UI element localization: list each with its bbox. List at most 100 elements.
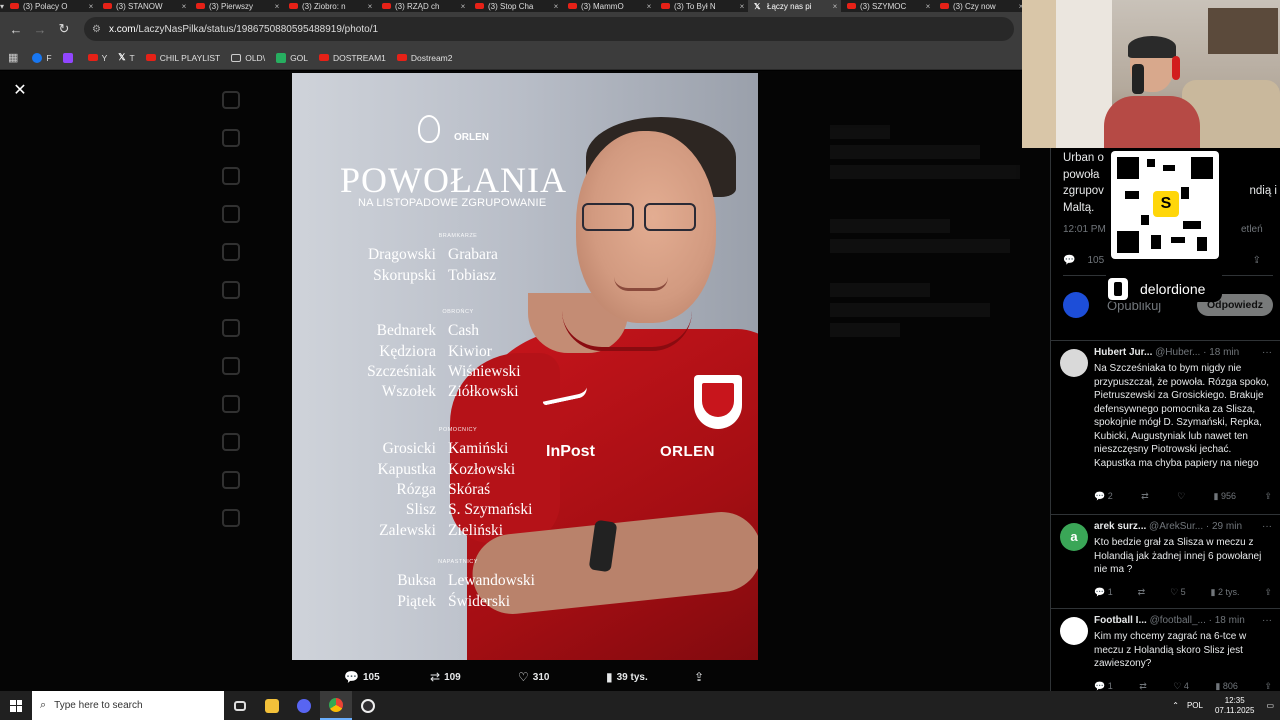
bookmark-label: T <box>129 52 135 63</box>
bookmark[interactable] <box>62 52 77 63</box>
reply-bubble-action[interactable]: 💬 1 <box>1094 587 1113 598</box>
tab-label: (3) RZĄD ch <box>395 1 440 11</box>
browser-tab[interactable]: (3) Polacy O × <box>4 0 97 12</box>
more-icon[interactable]: ··· <box>1262 347 1272 358</box>
share-action[interactable]: ⇪ <box>694 670 708 684</box>
reply-action[interactable]: 💬 105 <box>344 670 380 684</box>
url-path: /LaczyNasPilka/status/198675088059548891… <box>135 23 379 35</box>
reply-author-name[interactable]: arek surz... <box>1094 521 1146 532</box>
bookmark[interactable]: CHIL PLAYLIST <box>145 52 221 63</box>
close-icon[interactable]: × <box>829 2 841 11</box>
file-explorer-icon[interactable] <box>256 691 288 720</box>
player-name: Kiwior <box>448 342 492 360</box>
clock[interactable]: 12:35 07.11.2025 <box>1215 696 1254 716</box>
close-icon[interactable]: × <box>550 2 562 11</box>
views-action[interactable]: ▮ 39 tys. <box>606 670 648 684</box>
share-icon[interactable]: ⇪ <box>1253 255 1261 266</box>
more-icon[interactable]: ··· <box>1262 521 1272 532</box>
reply-bubble-action[interactable]: 💬 2 <box>1094 491 1113 502</box>
reply-author-name[interactable]: Football I... <box>1094 615 1147 626</box>
task-view-icon[interactable] <box>224 691 256 720</box>
bookmark[interactable]: F <box>32 52 52 63</box>
repost-action[interactable]: ⇄ <box>1141 491 1149 502</box>
avatar[interactable]: a <box>1060 523 1088 551</box>
close-icon[interactable]: × <box>85 2 97 11</box>
player-name: Slisz <box>405 501 436 519</box>
bookmark[interactable]: OLD\ <box>231 52 265 63</box>
reply-author-name[interactable]: Hubert Jur... <box>1094 347 1152 358</box>
obs-icon[interactable] <box>352 691 384 720</box>
close-icon[interactable]: × <box>922 2 934 11</box>
close-icon[interactable]: × <box>457 2 469 11</box>
phone-icon <box>1108 278 1128 300</box>
player-name: Dragowski <box>367 246 436 264</box>
youtube-icon <box>289 3 299 9</box>
close-icon[interactable]: × <box>364 2 376 11</box>
reply-text: Kto bedzie grał za Slisza w meczu z Hola… <box>1094 537 1262 575</box>
browser-tab[interactable]: 𝕏 Łączy nas pi × <box>748 0 842 12</box>
close-icon[interactable]: ✕ <box>12 83 28 99</box>
share-icon[interactable]: ⇪ <box>1264 587 1272 598</box>
reply-tweet[interactable]: Hubert Jur... @Huber... · 18 min ··· Na Sz… <box>1050 340 1280 514</box>
youtube-icon <box>103 3 113 9</box>
repost-action[interactable]: ⇄ <box>1138 587 1146 598</box>
poster-section: POMOCNICY Grosicki Kamiński Kapustka Kozłows… <box>358 427 558 541</box>
tweet-views-suffix: etleń <box>1241 224 1263 235</box>
share-icon[interactable]: ⇪ <box>1264 491 1272 502</box>
reply-tweet[interactable]: a arek surz... @ArekSur... · 29 min ··· Kto… <box>1050 514 1280 608</box>
browser-tab[interactable]: (3) Pierwszy × <box>190 0 283 12</box>
heart-action[interactable]: ♡ 5 <box>1170 587 1186 598</box>
browser-tab[interactable]: (3) Ziobro: n × <box>283 0 376 12</box>
close-icon[interactable]: × <box>736 2 748 11</box>
browser-tab[interactable]: (3) To Był N × <box>655 0 748 12</box>
language-indicator[interactable]: POL <box>1187 701 1203 710</box>
reply-handle: @Huber... <box>1155 347 1201 358</box>
close-icon[interactable]: × <box>178 2 190 11</box>
notification-icon[interactable]: ▭ <box>1266 701 1274 710</box>
bookmark-label: CHIL PLAYLIST <box>159 52 221 63</box>
poland-eagle-crest <box>694 375 742 429</box>
browser-tab[interactable]: (3) MammO × <box>562 0 655 12</box>
browser-tab[interactable]: (3) RZĄD ch × <box>376 0 469 12</box>
apps-grid-icon[interactable]: ▦ <box>8 51 18 64</box>
more-icon[interactable]: ··· <box>1262 615 1272 626</box>
url-input[interactable]: ⚙ x.com/LaczyNasPilka/status/19867508805… <box>84 17 1014 41</box>
tab-label: (3) Pierwszy <box>209 1 254 11</box>
heart-action[interactable]: ♡ <box>1177 491 1185 502</box>
bookmark[interactable]: Y <box>87 52 107 63</box>
reply-tweet[interactable]: Football I... @football_... · 18 min ··· K… <box>1050 608 1280 691</box>
taskbar-search-input[interactable]: ⌕ Type here to search <box>32 691 224 720</box>
section-label: NAPASTNICY <box>438 559 478 565</box>
browser-tab[interactable]: (3) SZYMOC × <box>841 0 934 12</box>
windows-taskbar: ⌕ Type here to search ⌃ POL 12:35 07.11.… <box>0 691 1280 720</box>
discord-icon[interactable] <box>288 691 320 720</box>
tray-chevron-icon[interactable]: ⌃ <box>1172 701 1179 710</box>
close-icon[interactable]: × <box>643 2 655 11</box>
windows-start-icon[interactable] <box>0 691 32 720</box>
player-row: Buksa Lewandowski <box>358 571 558 591</box>
reply-bubble-icon[interactable]: 💬 <box>1063 255 1075 266</box>
avatar[interactable] <box>1060 617 1088 645</box>
reply-bubble-icon: 💬 <box>1094 587 1108 597</box>
like-count: 310 <box>532 671 550 683</box>
close-icon[interactable]: × <box>271 2 283 11</box>
reload-icon[interactable]: ↻ <box>52 21 76 37</box>
browser-tab[interactable]: (3) Stop Cha × <box>469 0 562 12</box>
browser-tab[interactable]: (3) Czy now × <box>934 0 1022 12</box>
youtube-icon <box>319 54 330 61</box>
bookmark[interactable]: GOL <box>276 52 308 63</box>
like-action[interactable]: ♡ 310 <box>518 670 549 684</box>
repost-action[interactable]: ⇄ 109 <box>430 670 461 684</box>
bookmark[interactable]: Dostream2 <box>396 52 453 63</box>
bookmark[interactable]: DOSTREAM1 <box>319 52 386 63</box>
avatar[interactable] <box>1060 349 1088 377</box>
forward-arrow-icon[interactable]: → <box>28 22 52 37</box>
browser-tab[interactable]: (3) STANOW × <box>97 0 190 12</box>
site-info-icon[interactable]: ⚙ <box>92 24 101 35</box>
back-arrow-icon[interactable]: ← <box>4 22 28 37</box>
chrome-icon[interactable] <box>320 691 352 720</box>
bar-chart-action[interactable]: ▮ 956 <box>1214 491 1236 502</box>
close-icon[interactable]: × <box>1015 2 1022 11</box>
bookmark[interactable]: 𝕏T <box>118 52 134 63</box>
bar-chart-action[interactable]: ▮ 2 tys. <box>1211 587 1240 598</box>
